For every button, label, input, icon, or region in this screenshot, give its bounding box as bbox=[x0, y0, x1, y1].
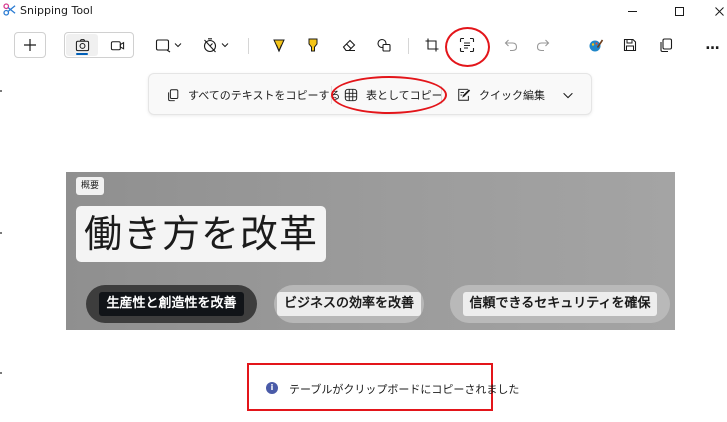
snip-shape-dropdown[interactable] bbox=[150, 32, 186, 58]
copy-icon bbox=[660, 38, 673, 53]
maximize-icon bbox=[674, 6, 684, 16]
redo-icon bbox=[536, 39, 550, 52]
close-button[interactable] bbox=[700, 0, 727, 22]
camera-icon bbox=[75, 38, 89, 51]
captured-image: 概要 働き方を改革 生産性と創造性を改善 ビジネスの効率を改善 信頼できるセキュ… bbox=[66, 172, 675, 330]
chevron-down-icon bbox=[563, 92, 573, 99]
action-divider bbox=[441, 86, 442, 104]
shapes-icon bbox=[377, 38, 391, 52]
snip-mode-button[interactable] bbox=[66, 34, 98, 56]
text-actions-bar: すべてのテキストをコピーする 表としてコピー クイック編集 bbox=[148, 73, 592, 115]
window-edge-mark bbox=[0, 90, 2, 92]
highlighter-button[interactable] bbox=[300, 32, 326, 58]
window-edge-mark bbox=[0, 372, 2, 374]
crop-button[interactable] bbox=[419, 32, 445, 58]
redo-button[interactable] bbox=[531, 32, 555, 58]
eraser-icon bbox=[342, 39, 356, 52]
toolbar: … bbox=[0, 28, 727, 62]
maximize-button[interactable] bbox=[660, 0, 698, 22]
new-snip-button[interactable] bbox=[14, 32, 46, 58]
edit-icon bbox=[458, 88, 471, 101]
save-icon bbox=[623, 38, 637, 52]
toolbar-divider bbox=[248, 38, 249, 54]
toast-message: テーブルがクリップボードにコピーされました bbox=[289, 383, 520, 396]
copy-all-text-label: すべてのテキストをコピーする bbox=[188, 89, 341, 102]
snipping-tool-app-icon bbox=[3, 3, 16, 16]
edit-in-paint-button[interactable] bbox=[584, 32, 608, 58]
captured-pill-efficiency: ビジネスの効率を改善 bbox=[274, 285, 424, 323]
captured-headline: 働き方を改革 bbox=[76, 206, 327, 262]
delay-dropdown[interactable] bbox=[196, 32, 234, 58]
eraser-button[interactable] bbox=[336, 32, 362, 58]
copy-as-table-button[interactable]: 表としてコピー bbox=[344, 85, 443, 105]
captured-pill-label: 信頼できるセキュリティを確保 bbox=[462, 292, 658, 316]
save-button[interactable] bbox=[618, 32, 642, 58]
quick-edit-label: クイック編集 bbox=[479, 89, 545, 102]
copy-button[interactable] bbox=[654, 32, 678, 58]
ballpoint-pen-icon bbox=[273, 39, 285, 53]
captured-pill-productivity: 生産性と創造性を改善 bbox=[86, 285, 257, 323]
chevron-down-icon bbox=[174, 43, 181, 48]
captured-pill-label: ビジネスの効率を改善 bbox=[276, 292, 421, 316]
title-bar: Snipping Tool bbox=[0, 0, 727, 22]
info-icon: i bbox=[266, 382, 278, 394]
more-options-button[interactable]: … bbox=[700, 32, 726, 58]
text-actions-expand-button[interactable] bbox=[561, 85, 575, 105]
capture-mode-toggle bbox=[64, 32, 134, 58]
crop-icon bbox=[425, 38, 439, 52]
window-edge-mark bbox=[0, 232, 2, 234]
undo-button[interactable] bbox=[499, 32, 523, 58]
copy-all-text-button[interactable]: すべてのテキストをコピーする bbox=[166, 85, 340, 105]
text-actions-button[interactable] bbox=[454, 32, 480, 58]
minimize-button[interactable] bbox=[613, 0, 651, 22]
highlighter-icon bbox=[308, 38, 318, 52]
ballpoint-pen-button[interactable] bbox=[266, 32, 292, 58]
table-icon bbox=[344, 88, 358, 102]
plus-icon bbox=[24, 39, 36, 51]
quick-edit-button[interactable]: クイック編集 bbox=[457, 85, 545, 105]
record-mode-button[interactable] bbox=[101, 34, 133, 56]
selected-mode-indicator bbox=[76, 53, 88, 55]
close-icon bbox=[714, 6, 724, 16]
captured-pill-security: 信頼できるセキュリティを確保 bbox=[450, 285, 670, 323]
captured-pill-label: 生産性と創造性を改善 bbox=[99, 292, 244, 316]
delay-timer-icon bbox=[203, 38, 216, 53]
window-title: Snipping Tool bbox=[20, 4, 93, 17]
text-actions-icon bbox=[459, 37, 475, 53]
shapes-button[interactable] bbox=[371, 32, 397, 58]
undo-icon bbox=[504, 39, 518, 52]
overview-tag: 概要 bbox=[76, 177, 105, 195]
paint-icon bbox=[589, 39, 604, 52]
more-icon: … bbox=[705, 37, 721, 53]
copy-icon bbox=[168, 89, 179, 102]
action-divider bbox=[331, 86, 332, 104]
copied-toast: i テーブルがクリップボードにコピーされました bbox=[247, 363, 519, 411]
rectangle-snip-icon bbox=[155, 39, 170, 53]
copy-as-table-label: 表としてコピー bbox=[366, 89, 443, 102]
minimize-icon bbox=[627, 10, 637, 12]
toolbar-divider bbox=[408, 38, 409, 54]
video-icon bbox=[110, 40, 124, 50]
chevron-down-icon bbox=[221, 43, 228, 48]
